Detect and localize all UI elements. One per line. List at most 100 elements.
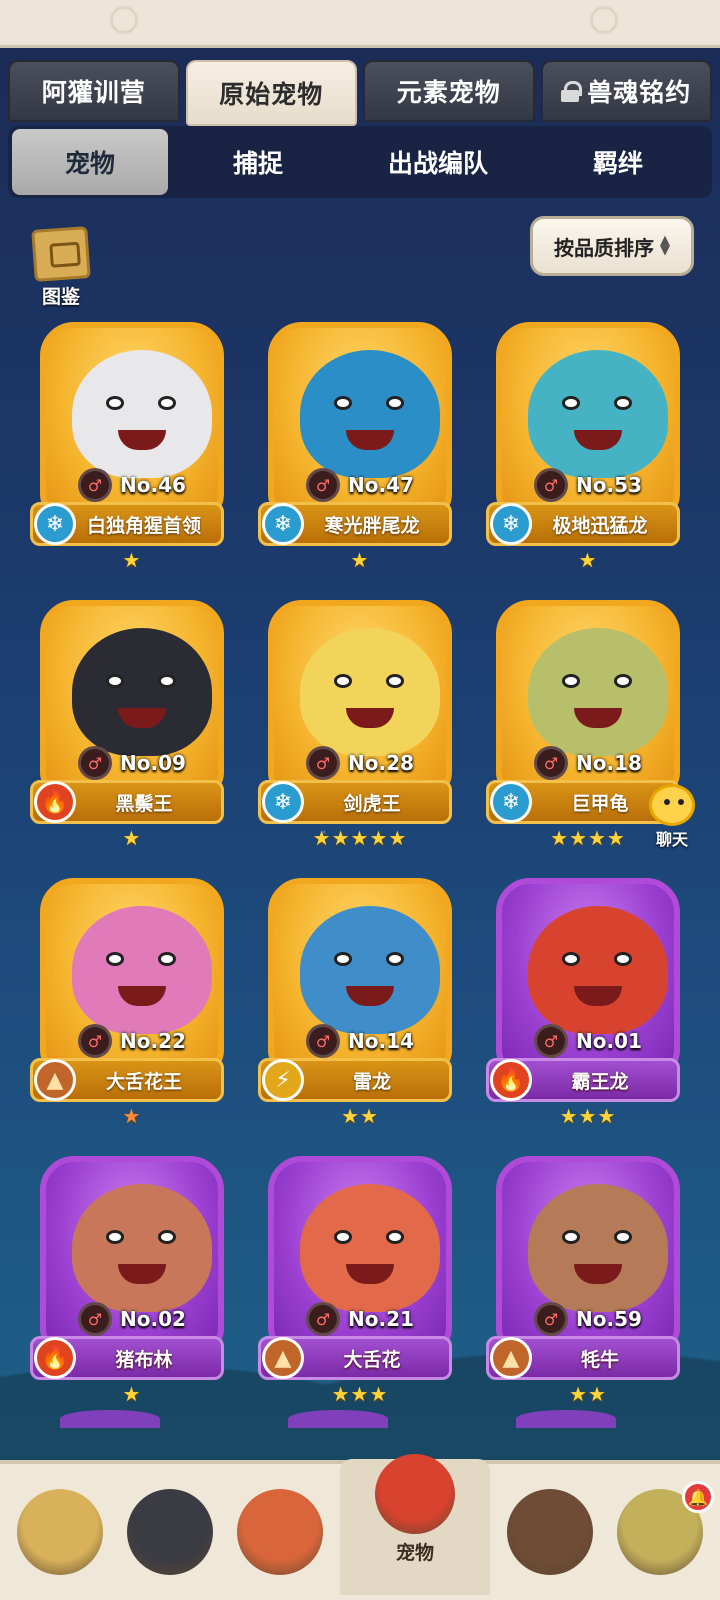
pet-portrait [528,350,668,478]
chat-button[interactable]: 聊天 [632,784,712,850]
gender-icon: ♂ [306,746,340,780]
pokedex-button[interactable]: 图鉴 [26,226,96,310]
pet-card[interactable]: ♂ No.46 白独角猩首领 ❄ ★ [30,322,234,572]
pet-frame: ♂ No.01 [496,878,680,1078]
subtab-capture[interactable]: 捕捉 [168,129,348,195]
pet-eye [562,1230,580,1244]
pet-number-badge: ♂ No.47 [306,468,414,502]
bottom-nav: 宠物 🔔 [0,1453,720,1600]
pet-portrait [528,906,668,1034]
pet-card[interactable]: ♂ No.09 黑鬃王 🔥 ★ [30,600,234,850]
pet-eye [334,1230,352,1244]
tab-element-pets[interactable]: 元素宠物 [363,60,535,122]
pet-eye [106,674,124,688]
pet-number: No.59 [576,1307,642,1331]
pet-card[interactable]: ♂ No.22 大舌花王 ▲ ★ [30,878,234,1128]
partial-card-top [516,1410,616,1428]
gender-icon: ♂ [78,1302,112,1336]
pet-portrait [528,628,668,756]
pet-number: No.28 [348,751,414,775]
pet-eye [106,1230,124,1244]
pet-card[interactable]: ♂ No.14 雷龙 ⚡ ★★ [258,878,462,1128]
earth-element-icon: ▲ [262,1337,304,1379]
pet-mouth [346,986,394,1006]
chat-label: 聊天 [655,830,688,849]
pet-card[interactable]: ♂ No.02 猪布林 🔥 ★ [30,1156,234,1406]
pet-card[interactable]: ♂ No.47 寒光胖尾龙 ❄ ★ [258,322,462,572]
pet-frame: ♂ No.28 [268,600,452,800]
tab-label: 元素宠物 [396,78,501,107]
gender-icon: ♂ [78,746,112,780]
gender-icon: ♂ [78,468,112,502]
avatar [237,1489,323,1575]
decor-swirl [110,6,138,34]
pet-number: No.18 [576,751,642,775]
sort-arrows-icon: ▲ ▼ [660,233,670,258]
pet-number-badge: ♂ No.01 [534,1024,642,1058]
pet-card[interactable]: ♂ No.53 极地迅猛龙 ❄ ★ [486,322,690,572]
pet-frame: ♂ No.46 [40,322,224,522]
subtab-battle-team[interactable]: 出战编队 [348,129,528,195]
nav-hero-6[interactable]: 🔔 [610,1477,714,1587]
pet-eye [386,1230,404,1244]
partial-card-top [60,1410,160,1428]
pet-frame: ♂ No.14 [268,878,452,1078]
pet-mouth [574,430,622,450]
nav-hero-3[interactable] [230,1477,330,1587]
pet-number-badge: ♂ No.09 [78,746,186,780]
pet-number-badge: ♂ No.59 [534,1302,642,1336]
pet-card[interactable]: ♂ No.01 霸王龙 🔥 ★★★ [486,878,690,1128]
pet-eye [614,396,632,410]
pet-number: No.09 [120,751,186,775]
pet-eye [106,952,124,966]
nav-hero-1[interactable] [10,1477,110,1587]
pet-mouth [574,708,622,728]
pet-number: No.47 [348,473,414,497]
gender-icon: ♂ [534,1024,568,1058]
subtab-bonds[interactable]: 羁绊 [528,129,708,195]
pet-mouth [118,986,166,1006]
tab-label: 阿獾训营 [41,78,146,107]
gender-icon: ♂ [534,746,568,780]
pet-number: No.46 [120,473,186,497]
ice-element-icon: ❄ [262,503,304,545]
pet-card[interactable]: ♂ No.21 大舌花 ▲ ★★★ [258,1156,462,1406]
pet-portrait [72,628,212,756]
tab-beast-soul-pact[interactable]: 兽魂铭约 [540,60,712,122]
pet-mouth [118,708,166,728]
sort-label: 按品质排序 [554,235,654,260]
pet-card[interactable]: ♂ No.28 剑虎王 ❄ ★★★★★ [258,600,462,850]
tab-primal-pets[interactable]: 原始宠物 [185,60,357,126]
pet-stars: ★ [122,1382,142,1406]
pet-eye [334,396,352,410]
pet-eye [614,952,632,966]
pet-frame: ♂ No.09 [40,600,224,800]
fire-element-icon: 🔥 [490,1059,532,1101]
pet-eye [386,952,404,966]
pet-eye [562,952,580,966]
decor-swirl [590,6,618,34]
gender-icon: ♂ [534,468,568,502]
nav-hero-2[interactable] [120,1477,220,1587]
sort-by-quality-button[interactable]: 按品质排序 ▲ ▼ [530,216,694,276]
pet-stars: ★★ [569,1382,607,1406]
pet-portrait [528,1184,668,1312]
thunder-element-icon: ⚡ [262,1059,304,1101]
pet-mouth [574,1264,622,1284]
pet-stars: ★ [350,548,370,572]
lock-icon [561,81,583,102]
pet-mouth [574,986,622,1006]
nav-pets[interactable]: 宠物 [340,1453,490,1595]
fire-element-icon: 🔥 [34,781,76,823]
nav-hero-5[interactable] [500,1477,600,1587]
bell-icon: 🔔 [682,1481,714,1513]
book-icon [31,226,91,282]
pet-portrait [72,350,212,478]
subtab-pets[interactable]: 宠物 [12,129,168,195]
pet-eye [562,396,580,410]
main-tabs: 阿獾训营 原始宠物 元素宠物 兽魂铭约 [8,60,712,126]
pet-card[interactable]: ♂ No.59 牦牛 ▲ ★★ [486,1156,690,1406]
pet-portrait [300,350,440,478]
pet-stars: ★ [122,548,142,572]
tab-training-camp[interactable]: 阿獾训营 [8,60,180,122]
